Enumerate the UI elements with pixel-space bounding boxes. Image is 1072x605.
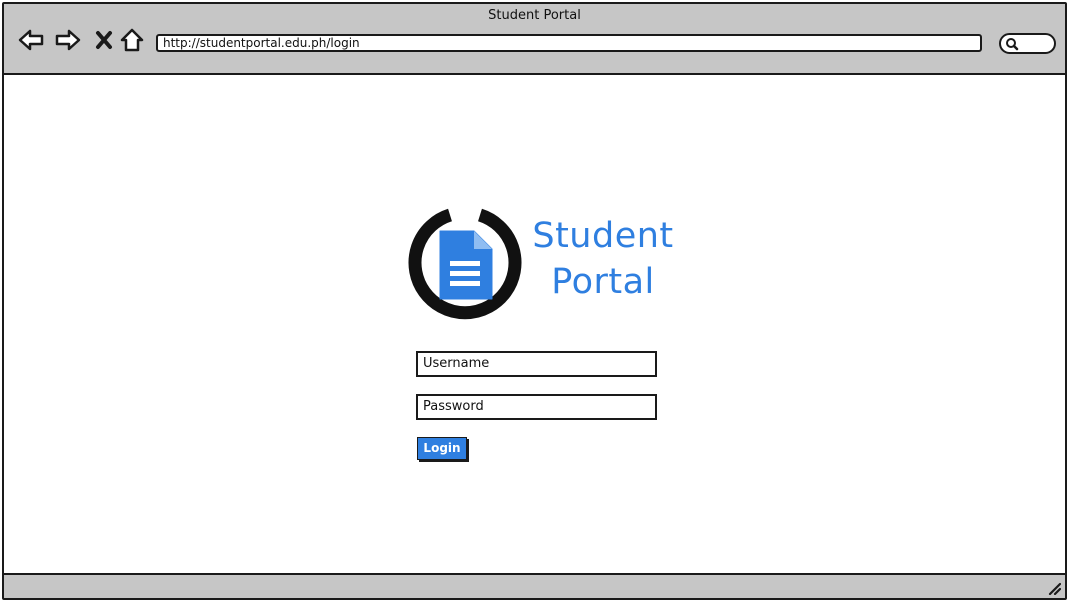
status-bar [4, 573, 1065, 598]
search-button[interactable] [999, 33, 1056, 54]
logo-line-2: Portal [551, 262, 655, 302]
stop-button[interactable] [90, 26, 118, 54]
logo-wordmark: Student Portal [528, 213, 678, 305]
home-icon [120, 28, 144, 52]
arrow-left-icon [18, 29, 44, 51]
username-field[interactable]: Username [416, 351, 657, 377]
login-button[interactable]: Login [417, 437, 467, 460]
page-content: Student Portal Username Password Login [4, 75, 1065, 577]
power-document-icon [408, 208, 522, 320]
browser-window: Student Portal http://studentportal.edu.… [2, 2, 1067, 600]
back-button[interactable] [17, 26, 45, 54]
browser-toolbar: Student Portal http://studentportal.edu.… [4, 4, 1065, 75]
forward-button[interactable] [54, 26, 82, 54]
logo-line-1: Student [532, 216, 674, 256]
address-bar[interactable]: http://studentportal.edu.ph/login [156, 34, 982, 52]
arrow-right-icon [55, 29, 81, 51]
window-title: Student Portal [488, 8, 581, 23]
resize-grip-icon[interactable] [1047, 581, 1061, 595]
close-icon [96, 31, 112, 49]
home-button[interactable] [118, 26, 146, 54]
search-icon [1006, 38, 1019, 51]
password-field[interactable]: Password [416, 394, 657, 420]
